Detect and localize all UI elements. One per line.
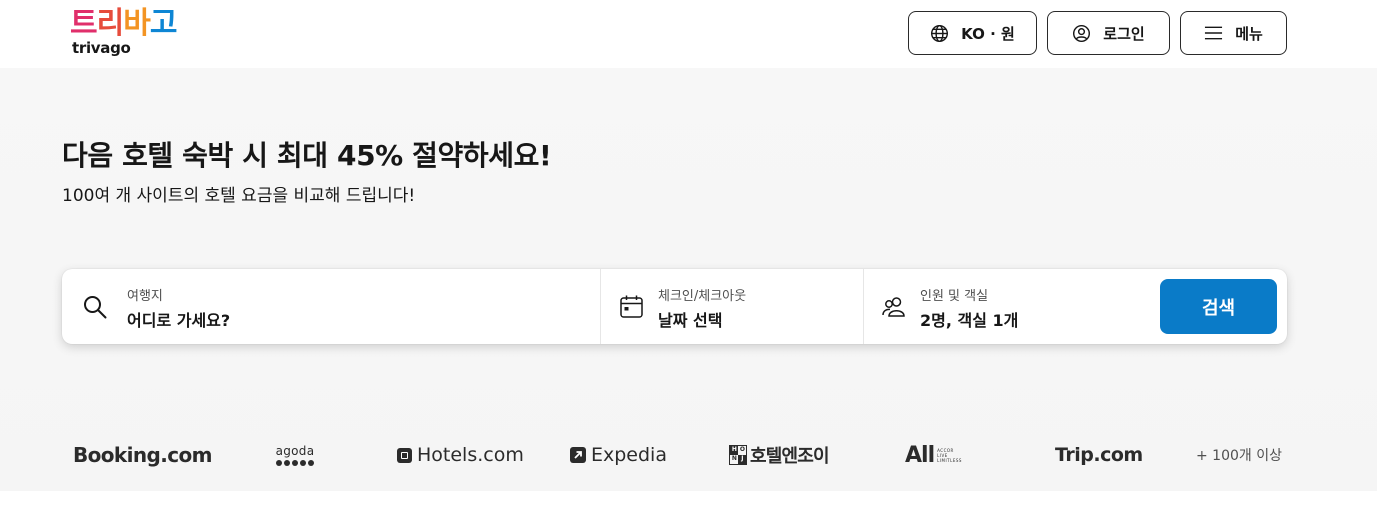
partner-expedia: Expedia	[570, 438, 667, 472]
hero-subline: 100여 개 사이트의 호텔 요금을 비교해 드립니다!	[62, 186, 416, 206]
all-tagline: ACCOR LIVE LIMITLESS	[937, 447, 962, 463]
hotels-wordmark: Hotels.com	[417, 444, 524, 466]
expedia-logo-icon	[570, 447, 586, 463]
menu-button[interactable]: 메뉴	[1180, 11, 1287, 55]
partner-logos: Booking.com agoda Hotels.com Expedia HON…	[0, 438, 1377, 472]
menu-label: 메뉴	[1235, 24, 1263, 43]
logo-char-1: 트	[70, 6, 98, 41]
login-button[interactable]: 로그인	[1047, 11, 1170, 55]
all-wordmark: All	[905, 442, 935, 468]
destination-label: 여행지	[127, 289, 163, 304]
logo-char-3: 바	[123, 6, 151, 41]
dates-label: 체크인/체크아웃	[658, 289, 747, 304]
language-currency-button[interactable]: KO · 원	[908, 11, 1037, 55]
partner-all-accor: All ACCOR LIVE LIMITLESS	[905, 438, 962, 472]
partner-agoda: agoda	[273, 438, 317, 472]
guests-rooms-field[interactable]: 인원 및 객실 2명, 객실 1개	[864, 269, 1154, 344]
search-icon	[84, 296, 107, 319]
logo-english-wordmark: trivago	[72, 39, 131, 57]
expedia-wordmark: Expedia	[591, 444, 667, 466]
hotels-logo-icon	[397, 447, 412, 463]
globe-icon	[931, 24, 949, 42]
logo-char-2: 리	[96, 6, 125, 41]
agoda-dots	[276, 459, 314, 466]
users-icon	[882, 297, 905, 317]
dates-value[interactable]: 날짜 선택	[658, 307, 722, 331]
guests-value[interactable]: 2명, 객실 1개	[920, 307, 1018, 331]
partner-hotelnjoy: HONJ 호텔엔조이	[729, 438, 830, 472]
hotelnjoy-logo-icon: HONJ	[729, 445, 747, 465]
guests-label: 인원 및 객실	[920, 289, 989, 304]
search-form: 여행지 어디로 가세요? 체크인/체크아웃 날짜 선택 인원 및 객실 2명,	[62, 269, 1287, 344]
search-button[interactable]: 검색	[1160, 279, 1277, 334]
hero-headline: 다음 호텔 숙박 시 최대 45% 절약하세요!	[62, 139, 552, 172]
more-partners-text: + 100개 이상	[1196, 448, 1282, 464]
destination-field[interactable]: 여행지 어디로 가세요?	[62, 269, 601, 344]
agoda-wordmark: agoda	[275, 443, 315, 458]
hamburger-icon	[1205, 26, 1223, 40]
date-picker-field[interactable]: 체크인/체크아웃 날짜 선택	[601, 269, 864, 344]
partner-hotels: Hotels.com	[397, 438, 524, 472]
logo-char-4: 고	[149, 6, 178, 41]
hero-section: 다음 호텔 숙박 시 최대 45% 절약하세요! 100여 개 사이트의 호텔 …	[0, 68, 1377, 491]
trivago-logo[interactable]: 트리바고 trivago	[70, 6, 200, 60]
hotelnjoy-wordmark: 호텔엔조이	[750, 446, 830, 467]
partner-trip: Trip.com	[1055, 444, 1143, 466]
destination-input[interactable]: 어디로 가세요?	[127, 307, 230, 331]
calendar-icon	[620, 295, 643, 318]
top-header: 트리바고 trivago KO · 원 로그인 메뉴	[0, 0, 1377, 68]
login-label: 로그인	[1103, 24, 1145, 43]
logo-korean-wordmark: 트리바고	[70, 6, 178, 42]
partner-booking: Booking.com	[73, 443, 212, 467]
user-circle-icon	[1073, 24, 1091, 42]
language-label: KO · 원	[961, 24, 1015, 43]
